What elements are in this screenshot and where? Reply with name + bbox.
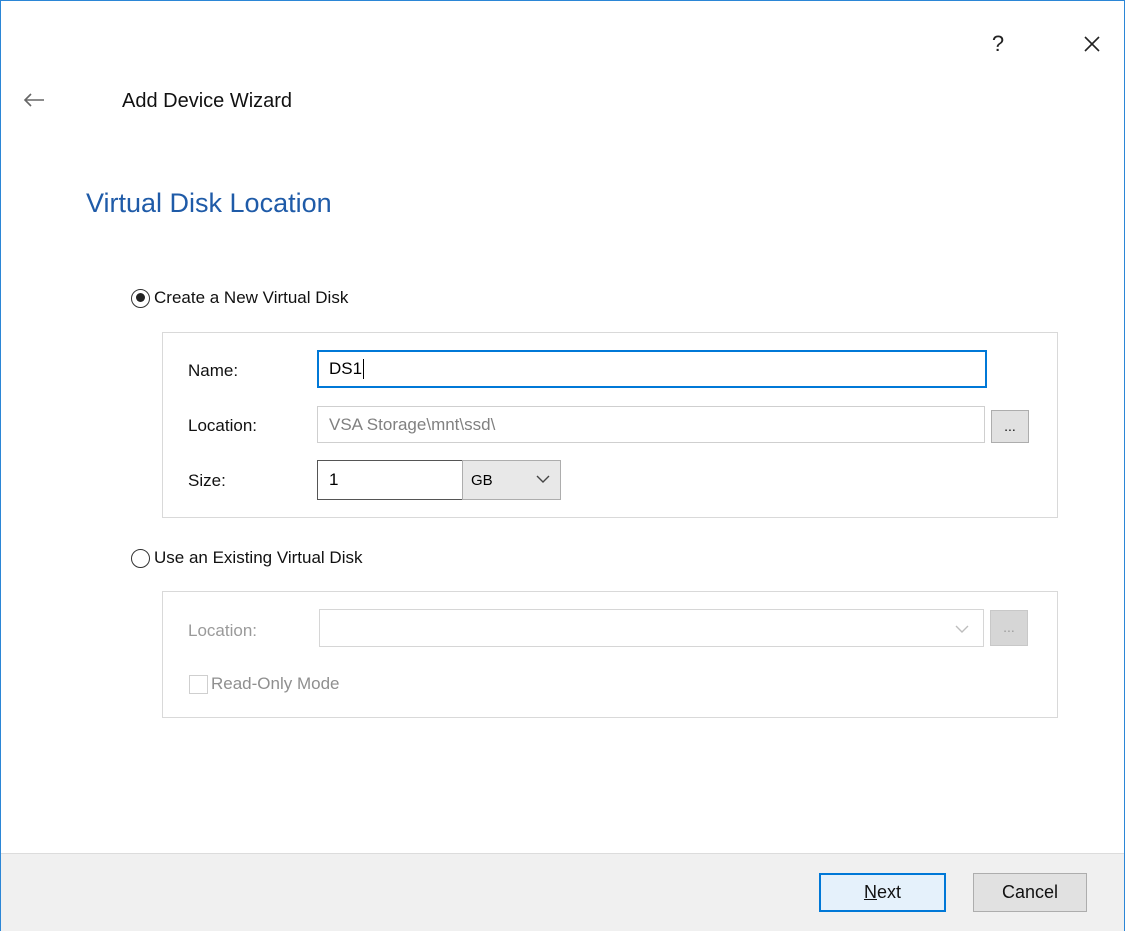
next-label: ext (876, 882, 901, 902)
create-new-label: Create a New Virtual Disk (154, 288, 349, 307)
size-value: 1 (329, 470, 339, 489)
create-new-disk-option[interactable]: Create a New Virtual Disk (131, 288, 348, 308)
next-button[interactable]: Next (819, 873, 946, 912)
use-existing-disk-option[interactable]: Use an Existing Virtual Disk (131, 548, 363, 568)
existing-browse-button[interactable]: ... (990, 610, 1028, 646)
close-button[interactable] (1070, 24, 1114, 64)
size-unit-value: GB (471, 471, 493, 489)
wizard-title: Add Device Wizard (122, 90, 293, 112)
chevron-down-icon (536, 475, 550, 483)
read-only-checkbox[interactable] (189, 674, 208, 694)
window-border-left (0, 0, 1, 931)
location-label: Location: (188, 416, 257, 435)
use-existing-radio[interactable] (131, 548, 150, 568)
location-value: VSA Storage\mnt\ssd\ (329, 414, 496, 434)
text-caret (363, 359, 365, 379)
existing-location-select[interactable] (319, 609, 984, 647)
read-only-mode-option[interactable]: Read-Only Mode (189, 674, 340, 694)
arrow-left-icon (23, 93, 44, 107)
chevron-down-icon (955, 625, 969, 633)
next-mnemonic: N (863, 882, 877, 902)
size-input[interactable]: 1 (317, 460, 463, 500)
create-new-radio[interactable] (131, 288, 150, 308)
help-button[interactable]: ? (976, 24, 1020, 64)
wizard-footer (1, 853, 1124, 931)
size-label: Size: (188, 471, 226, 490)
location-browse-button[interactable]: ... (991, 410, 1029, 443)
location-input[interactable]: VSA Storage\mnt\ssd\ (317, 406, 985, 443)
cancel-button[interactable]: Cancel (973, 873, 1087, 912)
name-value: DS1 (329, 359, 363, 378)
window-border-top (0, 0, 1125, 1)
size-unit-select[interactable]: GB (462, 460, 561, 500)
back-button[interactable] (20, 88, 50, 112)
existing-location-label: Location: (188, 621, 257, 640)
use-existing-label: Use an Existing Virtual Disk (154, 548, 363, 567)
close-icon (1084, 36, 1100, 52)
read-only-label: Read-Only Mode (211, 674, 340, 693)
page-heading: Virtual Disk Location (86, 188, 332, 218)
name-label: Name: (188, 361, 239, 380)
name-input[interactable]: DS1 (317, 350, 987, 388)
